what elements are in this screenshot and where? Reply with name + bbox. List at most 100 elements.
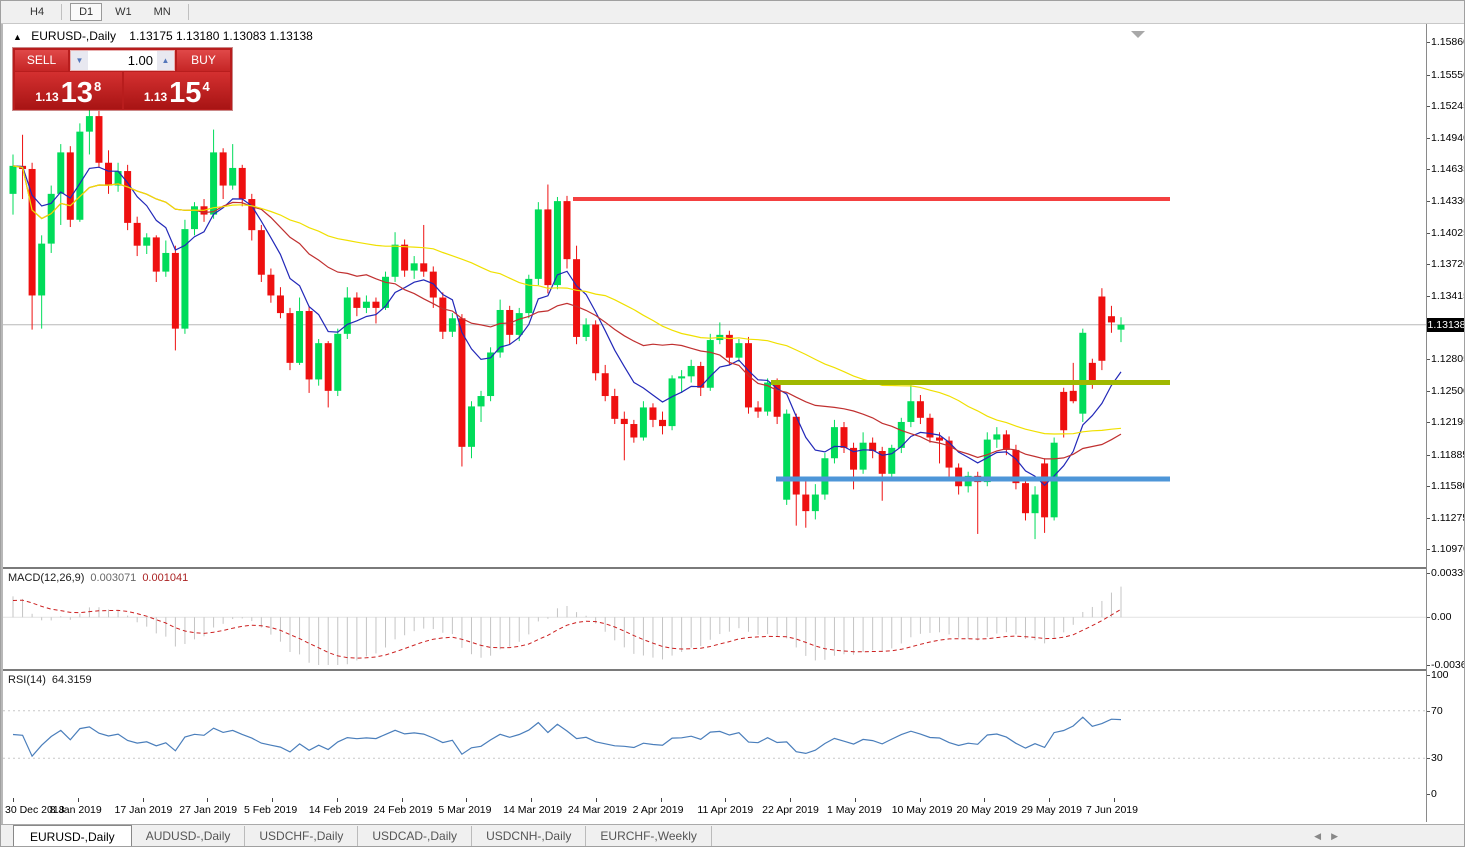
date-tick (596, 798, 597, 802)
axis-tick (1427, 296, 1430, 297)
macd-indicator-pane[interactable] (3, 569, 1429, 671)
buy-button[interactable]: BUY (177, 50, 230, 71)
rsi-axis-label: 0 (1431, 788, 1437, 800)
price-axis-label: 1.12195 (1431, 416, 1465, 428)
candle-body (1079, 333, 1086, 414)
date-tick (1114, 798, 1115, 802)
candle-body (669, 378, 676, 426)
axis-tick (1427, 486, 1430, 487)
date-tick (207, 798, 208, 802)
candle-body (516, 313, 523, 335)
macd-indicator-label: MACD(12,26,9)0.0030710.001041 (8, 572, 194, 584)
candle-body (86, 116, 93, 132)
candle-body (76, 132, 83, 220)
date-tick (790, 798, 791, 802)
axis-tick (1427, 391, 1430, 392)
candle-body (392, 245, 399, 277)
date-axis-label: 7 Jun 2019 (1086, 804, 1138, 816)
price-axis-label: 1.14940 (1431, 132, 1465, 144)
tab-eurusd-daily[interactable]: EURUSD-,Daily (13, 825, 132, 847)
candle-body (1089, 363, 1096, 383)
candle-body (554, 201, 561, 285)
candle-body (535, 209, 542, 278)
candle-body (439, 298, 446, 332)
date-axis[interactable]: 30 Dec 20188 Jan 201917 Jan 201927 Jan 2… (3, 798, 1429, 822)
candle-body (917, 401, 924, 418)
candle-body (860, 443, 867, 470)
timeframe-button-h4[interactable]: H4 (21, 3, 53, 21)
timeframe-button-mn[interactable]: MN (145, 3, 180, 21)
price-axis-label: 1.11580 (1431, 480, 1465, 492)
price-axis-label: 1.14330 (1431, 195, 1465, 207)
candle-body (10, 166, 17, 194)
axis-tick (1427, 233, 1430, 234)
rsi-indicator-pane[interactable] (3, 671, 1429, 799)
candle-body (926, 418, 933, 438)
axis-tick (1427, 201, 1430, 202)
date-tick (143, 798, 144, 802)
tab-usdcnh-daily[interactable]: USDCNH-,Daily (472, 826, 586, 846)
axis-tick (1427, 518, 1430, 519)
tab-usdchf-daily[interactable]: USDCHF-,Daily (245, 826, 358, 846)
tab-scroll-right-icon: ▶ (1331, 831, 1348, 841)
tab-scroll-arrows[interactable]: ◀▶ (1314, 831, 1348, 842)
candle-body (640, 407, 647, 437)
volume-input[interactable] (88, 51, 157, 70)
timeframe-button-d1[interactable]: D1 (70, 3, 102, 21)
buy-price-box[interactable]: 1.13 15 4 (124, 72, 231, 109)
price-axis-label: 1.14635 (1431, 163, 1465, 175)
tab-eurchf-weekly[interactable]: EURCHF-,Weekly (586, 826, 711, 846)
price-axis[interactable]: 1.158601.155501.152451.149401.146351.143… (1426, 24, 1465, 822)
axis-tick (1427, 665, 1430, 666)
candle-body (95, 116, 102, 163)
date-tick (725, 798, 726, 802)
date-axis-label: 14 Feb 2019 (309, 804, 368, 816)
candle-body (583, 324, 590, 336)
date-tick (531, 798, 532, 802)
macd-axis-label: 0.00 (1431, 611, 1451, 623)
sell-button[interactable]: SELL (15, 50, 68, 71)
candle-body (296, 311, 303, 363)
axis-tick (1427, 455, 1430, 456)
price-axis-label: 1.12805 (1431, 353, 1465, 365)
candle-body (105, 163, 112, 186)
axis-tick (1427, 138, 1430, 139)
toolbar-separator (61, 4, 62, 20)
candle-body (334, 334, 341, 391)
price-axis-label: 1.14025 (1431, 227, 1465, 239)
candle-body (611, 396, 618, 419)
candle-body (841, 427, 848, 448)
axis-tick (1427, 758, 1430, 759)
chart-region: ▲ EURUSD-,Daily 1.13175 1.13180 1.13083 … (1, 24, 1465, 824)
axis-tick (1427, 264, 1430, 265)
price-axis-label: 1.12500 (1431, 385, 1465, 397)
candle-body (353, 298, 360, 308)
candle-body (210, 152, 217, 214)
timeframe-button-w1[interactable]: W1 (106, 3, 141, 21)
tab-audusd-daily[interactable]: AUDUSD-,Daily (132, 826, 246, 846)
candle-body (984, 440, 991, 483)
price-axis-label: 1.15550 (1431, 69, 1465, 81)
date-axis-label: 17 Jan 2019 (115, 804, 173, 816)
date-axis-label: 5 Mar 2019 (438, 804, 491, 816)
candle-body (544, 209, 551, 285)
sell-price-box[interactable]: 1.13 13 8 (15, 72, 122, 109)
candle-body (907, 401, 914, 422)
volume-decrease-icon[interactable]: ▼ (71, 51, 88, 70)
date-tick (272, 798, 273, 802)
candle-body (707, 340, 714, 388)
candle-body (258, 230, 265, 275)
candle-body (153, 237, 160, 271)
candle-body (162, 253, 169, 272)
candle-body (239, 168, 246, 199)
candle-body (659, 420, 666, 426)
candle-body (1098, 297, 1105, 361)
candle-body (774, 383, 781, 417)
axis-tick (1427, 675, 1430, 676)
rsi-indicator-label: RSI(14)64.3159 (8, 674, 98, 686)
tab-usdcad-daily[interactable]: USDCAD-,Daily (358, 826, 472, 846)
timeframe-toolbar: H4 D1 W1 MN (1, 1, 1465, 24)
axis-tick (1427, 75, 1430, 76)
volume-increase-icon[interactable]: ▲ (157, 51, 174, 70)
candle-body (468, 406, 475, 446)
